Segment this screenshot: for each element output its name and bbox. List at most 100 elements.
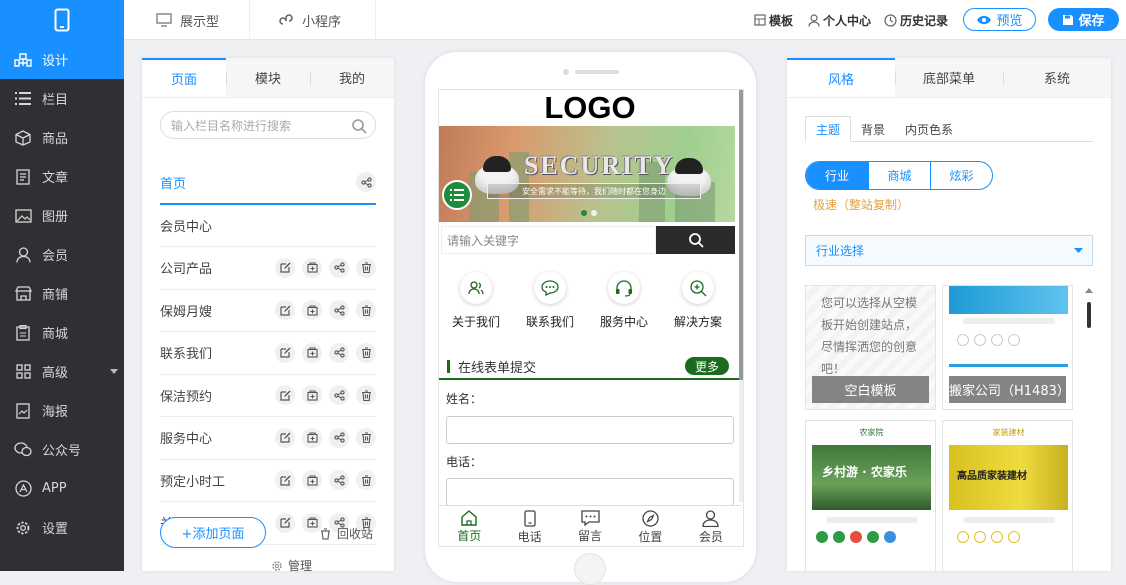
template-card-farm[interactable]: 农家院 乡村游 · 农家乐 — [805, 420, 936, 571]
tab-style[interactable]: 风格 — [787, 58, 895, 97]
share-icon[interactable] — [329, 342, 349, 363]
quick-link-3[interactable]: 解决方案 — [661, 272, 735, 330]
preview-button[interactable]: 预览 — [963, 8, 1036, 31]
share-icon[interactable] — [329, 257, 349, 278]
history-link[interactable]: 历史记录 — [884, 0, 948, 40]
tabbar-item-4[interactable]: 会员 — [681, 506, 741, 546]
subtab-inner-color[interactable]: 内页色系 — [895, 116, 963, 142]
edit-icon[interactable] — [275, 342, 295, 363]
template-card-deco[interactable]: 家装建材 高品质家装建材 — [942, 420, 1073, 571]
tab-system[interactable]: 系统 — [1003, 58, 1111, 97]
copy-icon[interactable] — [302, 427, 322, 448]
page-item[interactable]: 首页 — [160, 162, 376, 205]
scroll-up-icon[interactable] — [1085, 288, 1093, 293]
page-item[interactable]: 联系我们 — [160, 332, 376, 375]
phone-field[interactable] — [446, 478, 734, 506]
trash-icon[interactable] — [356, 300, 376, 321]
copy-icon[interactable] — [302, 342, 322, 363]
copy-icon[interactable] — [302, 385, 322, 406]
fast-copy-link[interactable]: 极速（整站复制） — [813, 196, 909, 213]
more-button[interactable]: 更多 — [685, 357, 729, 375]
trash-icon[interactable] — [356, 385, 376, 406]
template-scroll-thumb[interactable] — [1087, 302, 1091, 328]
template-card-moving[interactable]: 搬家公司（H1483） — [942, 285, 1073, 410]
tab-mine[interactable]: 我的 — [310, 58, 394, 97]
carousel-dot[interactable] — [591, 210, 597, 216]
page-search-input[interactable]: 输入栏目名称进行搜索 — [160, 111, 376, 139]
edit-icon[interactable] — [275, 470, 295, 491]
template-card-blank[interactable]: 您可以选择从空模板开始创建站点，尽情挥洒您的创意吧！ 空白模板 — [805, 285, 936, 410]
template-link[interactable]: 模板 — [754, 0, 793, 40]
page-item[interactable]: 服务中心 — [160, 417, 376, 460]
segment-colorful[interactable]: 炫彩 — [930, 162, 992, 189]
nav-item-10[interactable]: 公众号 — [0, 430, 124, 469]
tabbar-item-2[interactable]: 留言 — [560, 506, 620, 546]
template-scrollbar[interactable] — [1085, 288, 1093, 571]
edit-icon[interactable] — [275, 257, 295, 278]
nav-item-2[interactable]: 商品 — [0, 118, 124, 157]
site-search-button[interactable] — [656, 226, 735, 254]
edit-icon[interactable] — [275, 512, 295, 533]
nav-item-0[interactable]: 设计 — [0, 40, 124, 79]
device-logo[interactable] — [0, 0, 124, 40]
trash-icon[interactable] — [356, 342, 376, 363]
quick-link-2[interactable]: 服务中心 — [587, 272, 661, 330]
carousel-dot-active[interactable] — [581, 210, 587, 216]
share-icon[interactable] — [329, 300, 349, 321]
nav-item-1[interactable]: 栏目 — [0, 79, 124, 118]
site-logo[interactable]: LOGO — [439, 90, 741, 126]
industry-select[interactable]: 行业选择 — [805, 235, 1093, 266]
search-icon[interactable] — [351, 118, 367, 134]
trash-icon[interactable] — [356, 427, 376, 448]
copy-icon[interactable] — [302, 512, 322, 533]
nav-item-6[interactable]: 商铺 — [0, 274, 124, 313]
copy-icon[interactable] — [302, 300, 322, 321]
tab-pages[interactable]: 页面 — [142, 58, 226, 97]
nav-item-8[interactable]: 高级 — [0, 352, 124, 391]
manage-button[interactable]: 管理 — [271, 557, 312, 574]
copy-icon[interactable] — [302, 470, 322, 491]
menu-button[interactable] — [442, 180, 472, 210]
tab-mini-program[interactable]: 小程序 — [250, 0, 376, 40]
recycle-bin-button[interactable]: 回收站 — [320, 525, 373, 542]
quick-link-1[interactable]: 联系我们 — [513, 272, 587, 330]
site-search-input[interactable]: 请输入关键字 — [441, 226, 656, 254]
screen-scroll-thumb[interactable] — [739, 90, 743, 380]
tab-bottom-menu[interactable]: 底部菜单 — [895, 58, 1003, 97]
nav-item-11[interactable]: APP — [0, 469, 124, 508]
nav-item-3[interactable]: 文章 — [0, 157, 124, 196]
trash-icon[interactable] — [356, 470, 376, 491]
nav-item-7[interactable]: 商城 — [0, 313, 124, 352]
add-page-button[interactable]: +添加页面 — [160, 517, 266, 548]
save-button[interactable]: 保存 — [1048, 8, 1119, 31]
share-icon[interactable] — [356, 172, 376, 193]
quick-link-0[interactable]: 关于我们 — [439, 272, 513, 330]
edit-icon[interactable] — [275, 427, 295, 448]
subtab-theme[interactable]: 主题 — [805, 116, 852, 142]
share-icon[interactable] — [329, 427, 349, 448]
nav-item-9[interactable]: 海报 — [0, 391, 124, 430]
page-item[interactable]: 保姆月嫂 — [160, 290, 376, 332]
segment-mall[interactable]: 商城 — [868, 162, 930, 189]
segment-industry[interactable]: 行业 — [806, 162, 868, 189]
trash-icon[interactable] — [356, 257, 376, 278]
screen-scrollbar[interactable] — [739, 90, 743, 502]
tabbar-item-3[interactable]: 位置 — [620, 506, 680, 546]
edit-icon[interactable] — [275, 385, 295, 406]
nav-item-4[interactable]: 图册 — [0, 196, 124, 235]
banner-carousel[interactable]: SECURITY 安全需求不能等待，我们随时都在您身边 — [439, 126, 735, 222]
share-icon[interactable] — [329, 385, 349, 406]
copy-icon[interactable] — [302, 257, 322, 278]
nav-item-5[interactable]: 会员 — [0, 235, 124, 274]
tabbar-item-1[interactable]: 电话 — [499, 506, 559, 546]
subtab-background[interactable]: 背景 — [851, 116, 895, 142]
page-item[interactable]: 预定小时工 — [160, 460, 376, 502]
nav-item-12[interactable]: 设置 — [0, 508, 124, 547]
share-icon[interactable] — [329, 470, 349, 491]
user-center-link[interactable]: 个人中心 — [808, 0, 871, 40]
phone-screen[interactable]: LOGO SECURITY 安全需求不能等待，我们随时都在您身边 请输入关键字 … — [438, 89, 744, 547]
page-item[interactable]: 会员中心 — [160, 205, 376, 247]
page-item[interactable]: 公司产品 — [160, 247, 376, 290]
tab-display-type[interactable]: 展示型 — [124, 0, 250, 40]
name-field[interactable] — [446, 416, 734, 444]
